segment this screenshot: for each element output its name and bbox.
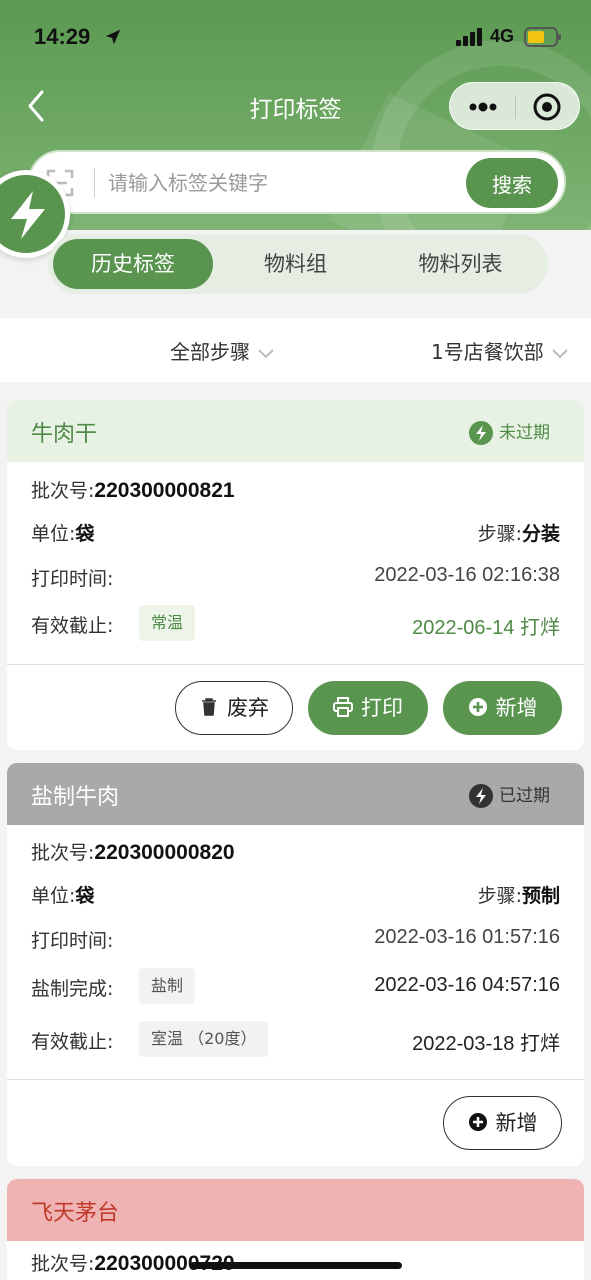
lightning-circle-icon — [469, 784, 493, 808]
tab-history-labels[interactable]: 历史标签 — [53, 239, 213, 289]
batch-value: 220300000821 — [94, 479, 235, 502]
label-card: 牛肉干 未过期 批次号:220300000821 单位:袋 步骤:分装 打印时间… — [7, 400, 584, 750]
print-time-value: 2022-03-16 02:16:38 — [374, 564, 560, 586]
step-label: 步骤:分装 — [477, 523, 560, 545]
card-divider — [7, 664, 584, 665]
expire-label: 有效截止: — [31, 615, 114, 637]
status-time: 14:29 — [34, 24, 91, 49]
print-label: 打印 — [361, 696, 403, 720]
unit-label: 单位:袋 — [31, 523, 95, 545]
capsule-divider — [515, 95, 516, 119]
status-badge: 未过期 — [469, 418, 550, 445]
print-time-label: 打印时间: — [31, 568, 114, 590]
search-bar: 搜索 — [28, 150, 566, 214]
storage-tag: 室温 （20度） — [139, 1021, 269, 1057]
unit-row: 单位:袋 步骤:分装 — [31, 513, 560, 549]
print-time-value: 2022-03-16 01:57:16 — [374, 926, 560, 948]
filter-bar: 全部步骤 1号店餐饮部 — [0, 318, 591, 382]
salt-time-value: 2022-03-16 04:57:16 — [374, 974, 560, 996]
salt-label: 盐制完成: — [31, 978, 114, 1000]
card-header: 牛肉干 未过期 — [7, 400, 584, 462]
status-text: 未过期 — [499, 423, 550, 443]
card-title: 牛肉干 — [31, 422, 98, 447]
add-label: 新增 — [495, 1111, 538, 1135]
print-time-row: 打印时间: 2022-03-16 02:16:38 — [31, 558, 560, 594]
navigation-bar: 打印标签 — [0, 76, 591, 136]
batch-row: 批次号:220300000821 — [31, 470, 560, 506]
tab-material-list[interactable]: 物料列表 — [378, 239, 543, 289]
step-label: 步骤:预制 — [477, 885, 560, 907]
signal-icon — [456, 28, 482, 46]
lightning-icon — [11, 191, 45, 239]
status-badge: 已过期 — [469, 781, 550, 808]
store-filter-label: 1号店餐饮部 — [431, 340, 544, 364]
print-time-row: 打印时间: 2022-03-16 01:57:16 — [31, 920, 560, 956]
card-title: 飞天茅台 — [31, 1201, 120, 1226]
step-filter[interactable]: 全部步骤 — [170, 336, 274, 365]
battery-icon — [524, 27, 561, 47]
discard-button[interactable]: 废弃 — [175, 681, 293, 735]
batch-row: 批次号:220300000720 — [31, 1243, 560, 1279]
trash-icon — [202, 698, 216, 716]
unit-value: 袋 — [75, 885, 95, 907]
expire-row: 有效截止: 常温 2022-06-14 打烊 — [31, 605, 560, 641]
store-filter[interactable]: 1号店餐饮部 — [431, 336, 568, 365]
lightning-circle-icon — [469, 421, 493, 445]
plus-circle-icon — [468, 1113, 487, 1131]
add-button[interactable]: 新增 — [443, 681, 562, 735]
expire-value: 2022-06-14 打烊 — [412, 617, 560, 639]
label-card: 盐制牛肉 已过期 批次号:220300000820 单位:袋 步骤:预制 打印时… — [7, 763, 584, 1166]
batch-label: 批次号:220300000821 — [31, 479, 235, 502]
print-time-label: 打印时间: — [31, 930, 114, 952]
miniprogram-capsule — [449, 82, 580, 130]
tab-bar: 历史标签 物料组 物料列表 — [48, 234, 548, 294]
card-header: 飞天茅台 — [7, 1179, 584, 1241]
storage-tag: 常温 — [139, 605, 196, 641]
close-miniprogram-icon[interactable] — [532, 92, 562, 122]
expire-label: 有效截止: — [31, 1031, 114, 1053]
card-header: 盐制牛肉 已过期 — [7, 763, 584, 825]
chevron-down-icon — [258, 348, 274, 358]
step-filter-label: 全部步骤 — [170, 340, 250, 364]
search-button[interactable]: 搜索 — [466, 158, 558, 208]
add-label: 新增 — [495, 696, 538, 720]
unit-label: 单位:袋 — [31, 885, 95, 907]
printer-icon — [333, 697, 353, 717]
batch-label: 批次号:220300000820 — [31, 841, 235, 864]
salt-tag: 盐制 — [139, 968, 196, 1004]
status-bar: 14:29 4G — [0, 0, 591, 76]
expire-row: 有效截止: 室温 （20度） 2022-03-18 打烊 — [31, 1021, 560, 1057]
card-divider — [7, 1079, 584, 1080]
network-type: 4G — [490, 26, 515, 46]
tab-material-group[interactable]: 物料组 — [218, 239, 373, 289]
location-arrow-icon — [105, 29, 121, 45]
unit-value: 袋 — [75, 523, 95, 545]
plus-circle-icon — [468, 698, 487, 716]
chevron-down-icon — [552, 348, 568, 358]
step-value: 预制 — [521, 885, 560, 907]
status-text: 已过期 — [499, 786, 550, 806]
salt-row: 盐制完成: 盐制 2022-03-16 04:57:16 — [31, 968, 560, 1004]
step-value: 分装 — [521, 523, 560, 545]
add-button[interactable]: 新增 — [443, 1096, 562, 1150]
batch-row: 批次号:220300000820 — [31, 832, 560, 868]
expire-value: 2022-03-18 打烊 — [412, 1033, 560, 1055]
search-input[interactable] — [108, 162, 468, 204]
more-icon[interactable] — [466, 97, 500, 117]
unit-row: 单位:袋 步骤:预制 — [31, 875, 560, 911]
search-divider — [94, 168, 95, 198]
batch-value: 220300000820 — [94, 841, 235, 864]
card-title: 盐制牛肉 — [31, 785, 120, 810]
print-button[interactable]: 打印 — [308, 681, 428, 735]
home-indicator — [190, 1262, 402, 1269]
discard-label: 废弃 — [227, 696, 269, 720]
